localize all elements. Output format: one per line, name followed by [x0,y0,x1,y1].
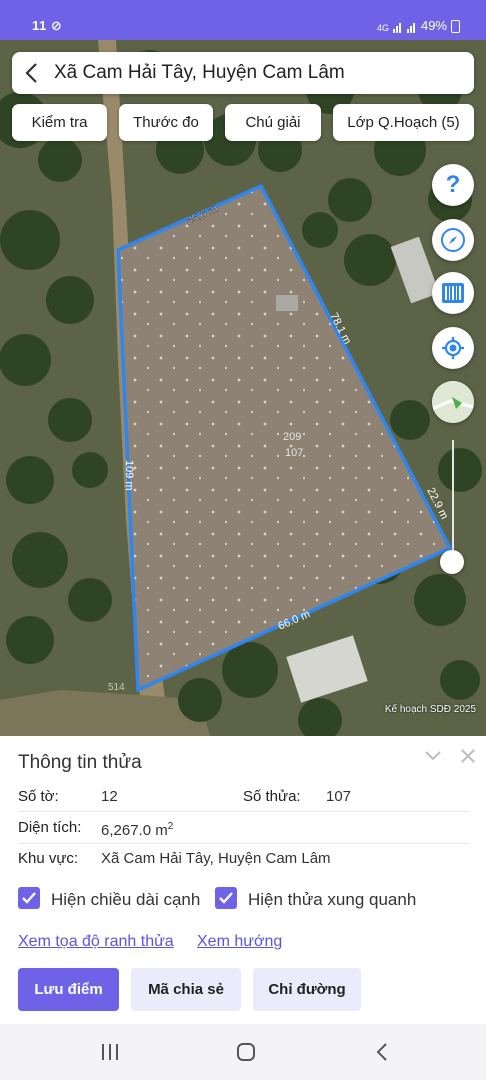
small-structure [276,295,298,311]
area-number: 6,267.0 m [101,822,168,839]
location-header[interactable]: Xã Cam Hải Tây, Huyện Cam Lâm [12,52,474,94]
parcel-number-label: 209 [283,431,301,443]
area-unit-superscript: 2 [167,821,174,832]
signal-icon-2 [406,21,417,33]
measure-button[interactable]: Thước đo [119,104,213,141]
neighbor-parcel-label: 514 [108,682,125,693]
back-nav-icon[interactable] [362,1036,402,1068]
battery-level: 49% [420,18,447,33]
location-title: Xã Cam Hải Tây, Huyện Cam Lâm [54,62,345,83]
map-canvas: 35.6 m 78.1 m 22.9 m 66.0 m 109 m 209 10… [0,40,486,736]
edge-label-left: 109 m [123,460,135,491]
view-coordinates-link[interactable]: Xem tọa độ ranh thửa [18,933,174,951]
show-neighbors-checkbox[interactable] [215,887,237,909]
signal-icon [392,21,403,33]
sheet-number-label: Số tờ: [18,788,59,805]
satellite-map[interactable]: 35.6 m 78.1 m 22.9 m 66.0 m 109 m 209 10… [0,40,486,736]
zoom-slider-knob[interactable] [440,550,464,574]
show-edge-length-checkbox[interactable] [18,887,40,909]
legend-button[interactable]: Chú giải [225,104,321,141]
area-value: 6,267.0 m2 [101,821,173,839]
map-layer-thumbnail[interactable] [432,381,474,423]
compass-icon[interactable] [432,219,474,261]
map-attribution: Kế hoạch SDĐ 2025 [384,704,476,715]
directions-button[interactable]: Chỉ đường [253,968,361,1011]
network-type: 4G [376,23,389,33]
show-edge-length-label[interactable]: Hiện chiều dài cạnh [51,890,200,910]
status-bar: 11 ⊘ 4G 49% [0,0,486,40]
close-icon[interactable] [456,744,480,768]
barcode-icon[interactable] [432,272,474,314]
parcel-number-label-2: 107 [285,447,303,459]
divider [18,811,468,812]
help-icon[interactable]: ? [432,164,474,206]
status-time: 11 ⊘ [32,18,63,33]
recent-apps-icon[interactable] [90,1036,130,1068]
zoom-slider-track[interactable] [452,440,454,560]
planning-layer-button[interactable]: Lớp Q.Hoạch (5) [333,104,474,141]
divider-2 [18,843,468,844]
show-neighbors-label[interactable]: Hiện thửa xung quanh [248,890,416,910]
back-arrow-icon[interactable] [12,52,52,94]
area-region-value: Xã Cam Hải Tây, Huyện Cam Lâm [101,850,331,867]
save-point-button[interactable]: Lưu điểm [18,968,119,1011]
parcel-number-label-text: Số thửa: [243,788,301,805]
area-region-label: Khu vực: [18,850,79,867]
sheet-title: Thông tin thửa [18,752,142,773]
my-location-icon[interactable] [432,327,474,369]
battery-icon [451,20,460,33]
area-label: Diện tích: [18,819,82,836]
check-button[interactable]: Kiểm tra [12,104,107,141]
sheet-number-value: 12 [101,788,118,805]
home-icon[interactable] [226,1036,266,1068]
status-icons: 4G 49% [377,18,460,33]
parcel-number-value: 107 [326,788,352,805]
chevron-down-icon[interactable] [421,744,445,768]
share-code-button[interactable]: Mã chia sẻ [131,968,241,1011]
view-direction-link[interactable]: Xem hướng [197,933,282,951]
